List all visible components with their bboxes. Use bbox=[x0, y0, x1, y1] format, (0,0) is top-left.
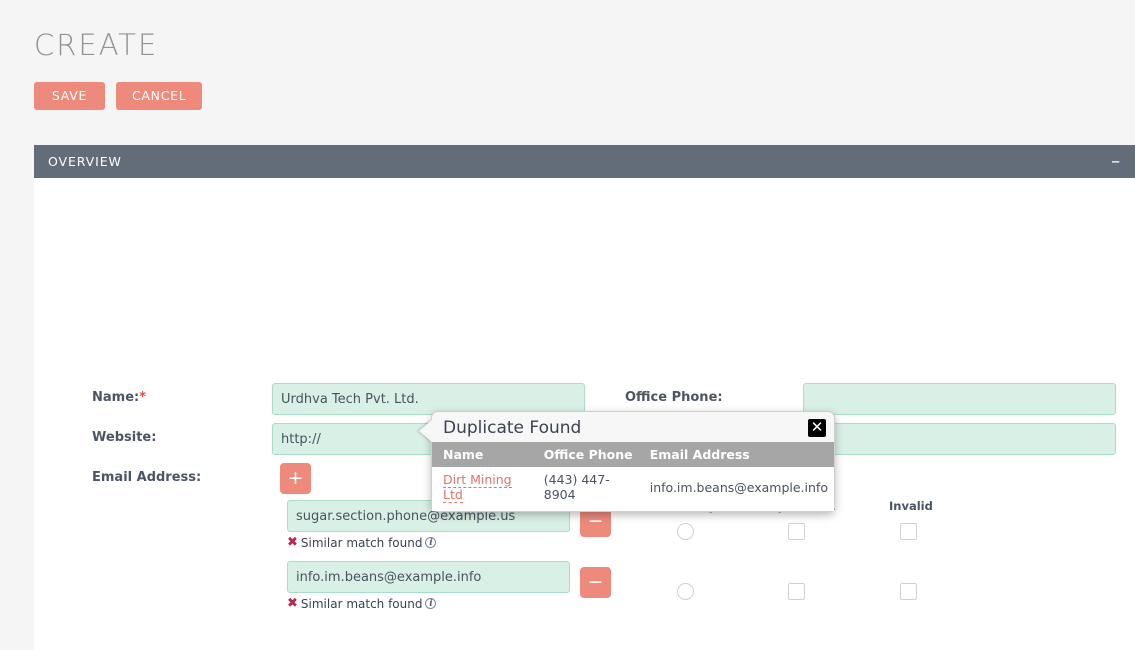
info-icon-1[interactable]: i bbox=[425, 537, 437, 548]
duplicate-results-table: Name Office Phone Email Address Dirt Min… bbox=[432, 442, 834, 511]
similar-match-warning-1: ✖ Similar match found i bbox=[287, 535, 437, 550]
required-marker: * bbox=[139, 390, 147, 405]
primary-radio-1[interactable] bbox=[677, 523, 694, 540]
invalid-checkbox-1[interactable] bbox=[900, 523, 917, 540]
overview-panel-header[interactable]: OVERVIEW – bbox=[34, 145, 1135, 178]
primary-radio-2[interactable] bbox=[677, 583, 694, 600]
opted-out-checkbox-2[interactable] bbox=[788, 583, 805, 600]
close-icon[interactable]: ✕ bbox=[808, 419, 826, 437]
email-address-label: Email Address: bbox=[92, 470, 202, 485]
table-row: Dirt Mining Ltd (443) 447-8904 info.im.b… bbox=[432, 467, 834, 511]
info-icon-2[interactable]: i bbox=[425, 598, 437, 609]
add-email-button[interactable]: + bbox=[280, 463, 311, 494]
column-header-name: Name bbox=[432, 442, 538, 467]
overview-panel: OVERVIEW – Name:* Website: Email Address… bbox=[34, 145, 1135, 650]
column-header-email-address: Email Address bbox=[643, 442, 834, 467]
duplicate-popup-title: Duplicate Found bbox=[443, 418, 582, 438]
opted-out-checkbox-1[interactable] bbox=[788, 523, 805, 540]
x-mark-icon: ✖ bbox=[287, 596, 298, 611]
duplicate-found-popup: Duplicate Found ✕ Name Office Phone Emai… bbox=[419, 411, 835, 512]
duplicate-popup-header: Duplicate Found ✕ bbox=[432, 412, 834, 442]
website-label: Website: bbox=[92, 430, 157, 445]
x-mark-icon: ✖ bbox=[287, 535, 298, 550]
popup-arrow-icon bbox=[419, 420, 432, 442]
save-button[interactable]: SAVE bbox=[34, 82, 105, 110]
cell-office-phone: (443) 447-8904 bbox=[537, 467, 644, 511]
invalid-column-header: Invalid bbox=[889, 499, 933, 513]
duplicate-record-link[interactable]: Dirt Mining Ltd bbox=[443, 472, 512, 503]
cell-email: info.im.beans@example.info bbox=[643, 467, 834, 511]
panel-header-title: OVERVIEW bbox=[48, 154, 122, 169]
cancel-button[interactable]: CANCEL bbox=[116, 82, 203, 110]
similar-match-text-2: Similar match found bbox=[300, 596, 423, 611]
column-header-office-phone: Office Phone bbox=[537, 442, 644, 467]
page-title: CREATE bbox=[34, 28, 159, 62]
office-phone-input[interactable] bbox=[803, 383, 1116, 415]
similar-match-text-1: Similar match found bbox=[300, 535, 423, 550]
table-header-row: Name Office Phone Email Address bbox=[432, 442, 834, 467]
action-bar: SAVE CANCEL bbox=[34, 82, 203, 110]
office-phone-label: Office Phone: bbox=[625, 390, 723, 405]
similar-match-warning-2: ✖ Similar match found i bbox=[287, 596, 437, 611]
fax-input[interactable] bbox=[803, 423, 1116, 455]
cell-name: Dirt Mining Ltd bbox=[432, 467, 538, 511]
minus-icon[interactable]: – bbox=[1111, 152, 1125, 171]
name-label-text: Name: bbox=[92, 390, 140, 405]
email-input-2[interactable] bbox=[287, 561, 570, 593]
invalid-checkbox-2[interactable] bbox=[900, 583, 917, 600]
remove-email-button-2[interactable]: − bbox=[580, 567, 611, 598]
name-label: Name:* bbox=[92, 390, 146, 405]
